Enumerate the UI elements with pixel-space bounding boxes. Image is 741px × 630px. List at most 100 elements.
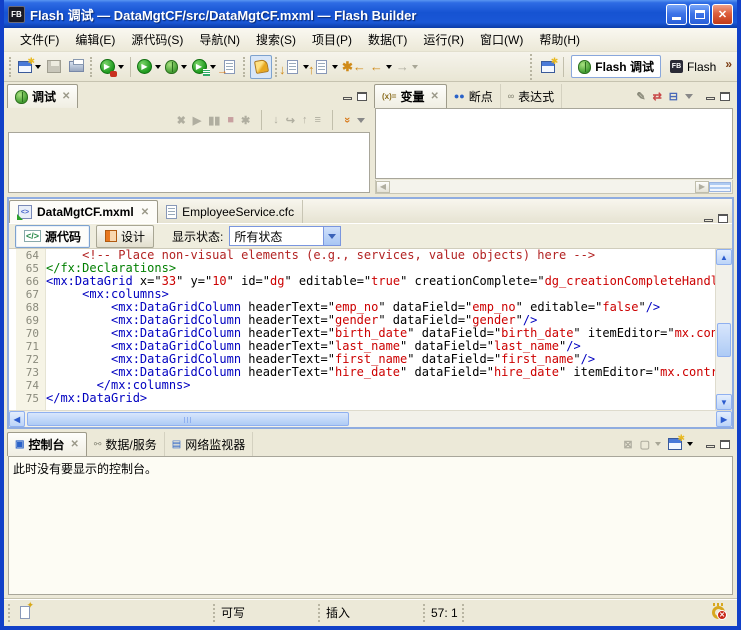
tab-expressions[interactable]: ∞ 表达式 <box>501 84 562 108</box>
maximize-view-icon[interactable] <box>718 214 728 223</box>
menu-item-6[interactable]: 数据(T) <box>360 28 415 51</box>
display-console-icon[interactable]: ▢ <box>640 438 650 451</box>
breakpoints-icon: ●● <box>454 91 465 101</box>
hscroll-thumb[interactable] <box>27 412 349 426</box>
menu-item-3[interactable]: 导航(N) <box>191 28 248 51</box>
highlighter-button[interactable] <box>250 55 272 79</box>
prev-annotation-button[interactable]: ↑ <box>311 55 340 79</box>
state-combo[interactable]: 所有状态 <box>229 226 341 246</box>
line-number: 69 <box>9 314 46 327</box>
scroll-right-icon[interactable]: ▶ <box>716 411 732 427</box>
scroll-up-icon[interactable]: ▲ <box>716 249 732 265</box>
new-wizard-button[interactable] <box>16 55 43 79</box>
code-line-75[interactable]: 75</mx:DataGrid> <box>9 392 715 405</box>
design-mode-button[interactable]: 设计 <box>96 225 154 248</box>
tab-label: 数据/服务 <box>105 436 156 453</box>
menu-item-4[interactable]: 搜索(S) <box>248 28 304 51</box>
scroll-left-icon[interactable]: ◀ <box>9 411 25 427</box>
line-number: 68 <box>9 301 46 314</box>
collapse-all-icon[interactable]: ⊟ <box>669 90 678 103</box>
remove-terminated-icon[interactable]: ✖ <box>177 114 186 127</box>
save-button[interactable] <box>43 55 65 79</box>
menu-item-2[interactable]: 源代码(S) <box>123 28 191 51</box>
variables-hscrollbar[interactable]: ◀ ▶ <box>375 180 733 194</box>
print-button[interactable] <box>65 55 87 79</box>
tab-network-monitor[interactable]: ▤ 网络监视器 <box>165 432 253 456</box>
perspective-overflow-chevron[interactable]: » <box>725 57 732 71</box>
minimize-view-icon[interactable] <box>706 445 715 448</box>
code-area[interactable]: 64 <!-- Place non-visual elements (e.g.,… <box>9 249 715 410</box>
step-return-icon[interactable]: ↑ <box>302 114 308 126</box>
menu-item-9[interactable]: 帮助(H) <box>531 28 588 51</box>
rds-disabled-icon[interactable]: ✕ <box>712 606 725 619</box>
perspective-flash[interactable]: FB Flash <box>664 58 722 76</box>
toolbar-handle[interactable] <box>90 57 94 77</box>
maximize-view-icon[interactable] <box>357 92 367 101</box>
scroll-right-icon[interactable]: ▶ <box>695 181 709 193</box>
debug-button[interactable] <box>163 55 189 79</box>
tab-console[interactable]: ▣ 控制台 ✕ <box>7 432 87 456</box>
close-icon[interactable]: ✕ <box>141 207 149 218</box>
scroll-left-icon[interactable]: ◀ <box>376 181 390 193</box>
pause-icon[interactable]: ▮▮ <box>208 114 220 127</box>
disconnect-icon[interactable]: ✱ <box>241 114 250 127</box>
minimize-button[interactable] <box>666 4 687 25</box>
run-button[interactable]: ▶ <box>135 55 163 79</box>
minimize-view-icon[interactable] <box>343 97 352 100</box>
menu-item-1[interactable]: 编辑(E) <box>67 28 123 51</box>
minimize-view-icon[interactable] <box>704 219 713 222</box>
close-icon[interactable]: ✕ <box>62 91 70 102</box>
menu-item-8[interactable]: 窗口(W) <box>472 28 531 51</box>
maximize-view-icon[interactable] <box>720 440 730 449</box>
toolbar-handle[interactable] <box>243 57 247 77</box>
forward-button[interactable]: → <box>394 55 420 79</box>
show-logical-structure-icon[interactable]: ⇄ <box>653 90 662 103</box>
menu-item-0[interactable]: 文件(F) <box>12 28 67 51</box>
profile-button[interactable]: ▶ <box>189 55 218 79</box>
menu-item-5[interactable]: 项目(P) <box>304 28 360 51</box>
open-console-icon[interactable] <box>668 438 682 450</box>
menu-item-7[interactable]: 运行(R) <box>415 28 472 51</box>
view-menu-icon[interactable] <box>685 94 693 99</box>
open-perspective-button[interactable] <box>537 55 559 79</box>
tab-datamgtcf-mxml[interactable]: <> DataMgtCF.mxml ✕ <box>9 200 158 223</box>
resume-icon[interactable]: ▶ <box>193 114 201 127</box>
tab-debug[interactable]: 调试 ✕ <box>7 84 78 108</box>
collapse-stack-icon[interactable]: » <box>341 117 353 123</box>
toolbar-handle[interactable] <box>9 57 13 77</box>
next-annotation-button[interactable]: ↓ <box>282 55 311 79</box>
minimize-icon <box>672 17 681 20</box>
minimize-view-icon[interactable] <box>706 97 715 100</box>
tab-variables[interactable]: (x)= 变量 ✕ <box>374 84 447 108</box>
last-edit-location-button[interactable]: ✱← <box>340 55 368 79</box>
tab-breakpoints[interactable]: ●● 断点 <box>447 84 501 108</box>
step-over-icon[interactable]: ↪ <box>286 114 295 127</box>
maximize-view-icon[interactable] <box>720 92 730 101</box>
variables-tree-area[interactable] <box>375 108 733 179</box>
editor-hscrollbar[interactable]: ◀ ▶ <box>9 410 732 427</box>
close-button[interactable]: ✕ <box>712 4 733 25</box>
editor-vscrollbar[interactable]: ▲ ▼ <box>715 249 732 410</box>
stop-icon[interactable]: ■ <box>227 114 234 126</box>
external-tools-button[interactable]: ▶ <box>97 55 126 79</box>
scroll-down-icon[interactable]: ▼ <box>716 394 732 410</box>
pin-console-icon[interactable]: ⊠ <box>623 438 632 451</box>
tab-data-services[interactable]: ⚯ 数据/服务 <box>87 432 165 456</box>
statusbar: 可写 插入 57: 1 ✕ <box>4 598 737 626</box>
source-mode-button[interactable]: </> 源代码 <box>15 225 90 248</box>
tab-employeeservice-cfc[interactable]: EmployeeService.cfc <box>158 200 303 223</box>
debug-tree-area[interactable] <box>8 132 370 193</box>
maximize-button[interactable] <box>689 4 710 25</box>
vscroll-thumb[interactable] <box>717 323 731 357</box>
back-button[interactable]: ← <box>368 55 394 79</box>
editor-presentation-icon[interactable] <box>20 606 30 619</box>
export-release-button[interactable]: → <box>218 55 240 79</box>
show-type-names-icon[interactable]: ✎ <box>636 90 645 103</box>
step-into-icon[interactable]: ↓ <box>273 114 279 126</box>
close-icon[interactable]: ✕ <box>70 439 78 450</box>
column-resize-handle[interactable] <box>709 182 731 192</box>
close-icon[interactable]: ✕ <box>430 91 438 102</box>
step-filters-icon[interactable]: ≡ <box>314 114 320 126</box>
perspective-flash-debug[interactable]: Flash 调试 <box>571 55 661 78</box>
view-menu-icon[interactable] <box>357 118 365 123</box>
